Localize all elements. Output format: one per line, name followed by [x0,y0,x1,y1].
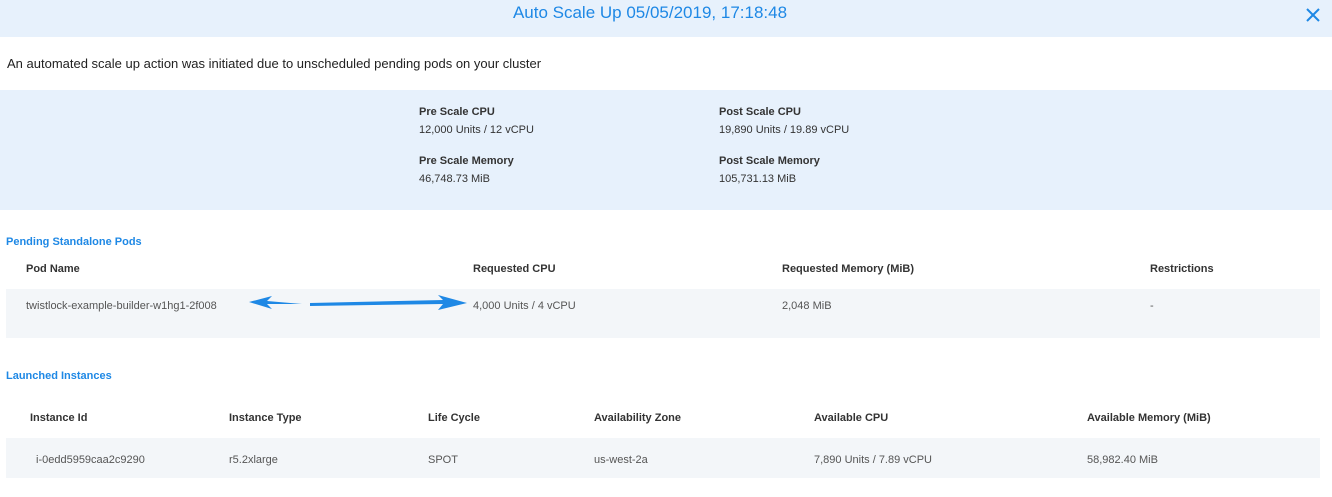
pod-name-cell: twistlock-example-builder-w1hg1-2f008 [26,300,217,312]
launched-instances-title: Launched Instances [6,370,112,382]
available-memory-cell: 58,982.40 MiB [1087,454,1158,466]
pre-scale-cpu: Pre Scale CPU 12,000 Units / 12 vCPU [419,106,534,136]
pre-scale-cpu-label: Pre Scale CPU [419,106,495,118]
annotation-arrows [249,295,467,310]
availability-zone-cell: us-west-2a [594,454,648,466]
pre-scale-memory-label: Pre Scale Memory [419,155,514,167]
pre-scale-memory-value: 46,748.73 MiB [419,173,490,185]
requested-cpu-cell: 4,000 Units / 4 vCPU [473,300,576,312]
post-scale-memory: Post Scale Memory 105,731.13 MiB [719,155,820,185]
table-row [6,289,1320,338]
column-header-restrictions: Restrictions [1150,263,1214,275]
column-header-instance-type: Instance Type [229,412,302,424]
instance-id-cell: i-0edd5959caa2c9290 [36,454,145,466]
post-scale-memory-value: 105,731.13 MiB [719,173,797,185]
restrictions-cell: - [1150,300,1154,312]
post-scale-cpu-label: Post Scale CPU [719,106,801,118]
column-header-life-cycle: Life Cycle [428,412,480,424]
instance-type-cell: r5.2xlarge [229,454,278,466]
left-arrow-icon [249,296,302,309]
close-button[interactable] [1304,6,1322,24]
available-cpu-cell: 7,890 Units / 7.89 vCPU [814,454,933,466]
pending-pods-title: Pending Standalone Pods [6,236,142,248]
requested-memory-cell: 2,048 MiB [782,300,832,312]
column-header-pod-name: Pod Name [26,263,80,275]
modal-title: Auto Scale Up 05/05/2019, 17:18:48 [512,3,788,22]
close-icon [1306,8,1320,22]
column-header-available-cpu: Available CPU [814,412,889,424]
pre-scale-memory: Pre Scale Memory 46,748.73 MiB [419,155,514,185]
post-scale-cpu: Post Scale CPU 19,890 Units / 19.89 vCPU [719,106,849,136]
column-header-requested-cpu: Requested CPU [473,263,556,275]
pre-scale-cpu-value: 12,000 Units / 12 vCPU [419,124,534,136]
column-header-requested-memory: Requested Memory (MiB) [782,263,915,275]
scale-summary-panel: Pre Scale CPU 12,000 Units / 12 vCPU Pre… [0,90,1332,210]
column-header-available-memory: Available Memory (MiB) [1087,412,1211,424]
modal-header: Auto Scale Up 05/05/2019, 17:18:48 [0,0,1332,37]
scale-description: An automated scale up action was initiat… [7,56,542,71]
right-arrow-icon [310,295,467,310]
post-scale-memory-label: Post Scale Memory [719,155,820,167]
column-header-availability-zone: Availability Zone [594,412,682,424]
column-header-instance-id: Instance Id [30,412,88,424]
post-scale-cpu-value: 19,890 Units / 19.89 vCPU [719,124,850,136]
life-cycle-cell: SPOT [428,454,458,466]
